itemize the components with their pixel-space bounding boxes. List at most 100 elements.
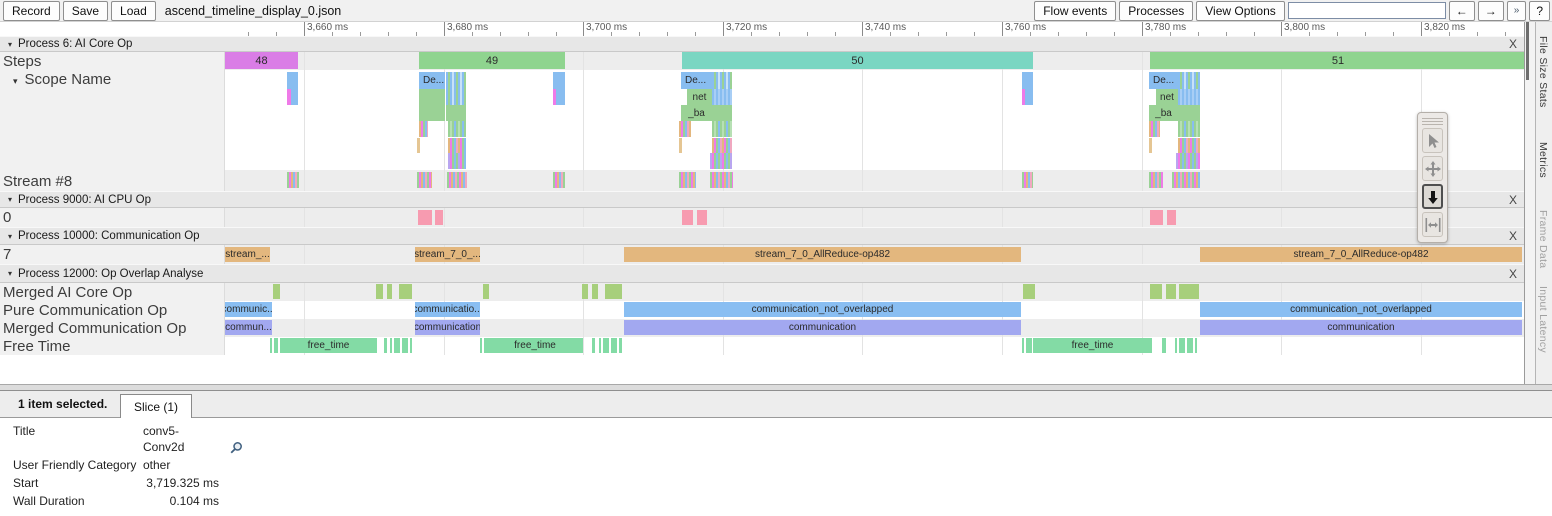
load-button[interactable]: Load bbox=[111, 1, 156, 21]
timeline-block[interactable] bbox=[1172, 172, 1200, 188]
more-options-button[interactable]: » bbox=[1507, 1, 1527, 21]
timeline-block[interactable] bbox=[390, 338, 412, 353]
process-9000-header[interactable]: ▾ Process 9000: AI CPU Op X bbox=[0, 191, 1524, 208]
timeline-block[interactable]: free_time bbox=[280, 338, 377, 353]
timeline-block[interactable] bbox=[418, 210, 432, 225]
track-label-aicpu-0[interactable]: 0 bbox=[0, 208, 225, 227]
timeline-block[interactable]: communicatio... bbox=[415, 302, 480, 317]
timeline-block[interactable] bbox=[605, 284, 622, 299]
timeline-block[interactable] bbox=[417, 138, 420, 153]
panel-divider[interactable] bbox=[0, 384, 1552, 391]
timing-tool-button[interactable] bbox=[1422, 212, 1443, 237]
track-label-free-time[interactable]: Free Time bbox=[0, 337, 225, 355]
timeline-block[interactable]: communication bbox=[624, 320, 1021, 335]
timeline-block[interactable] bbox=[483, 284, 489, 299]
timeline-block[interactable]: communication_not_overlapped bbox=[624, 302, 1021, 317]
track-content-stream-8[interactable] bbox=[225, 170, 1524, 191]
timeline-block[interactable] bbox=[387, 284, 392, 299]
timeline-block[interactable] bbox=[697, 210, 707, 225]
timeline-block[interactable] bbox=[1162, 338, 1166, 353]
zoom-tool-button[interactable] bbox=[1422, 184, 1443, 209]
tab-input-latency[interactable]: Input Latency bbox=[1537, 286, 1549, 353]
timeline-block[interactable]: stream_... bbox=[225, 247, 270, 262]
timeline-block[interactable]: communication bbox=[1200, 320, 1522, 335]
timeline-block[interactable] bbox=[447, 172, 467, 188]
timeline-block[interactable] bbox=[287, 89, 291, 105]
flow-events-button[interactable]: Flow events bbox=[1034, 1, 1116, 21]
track-label-steps[interactable]: Steps bbox=[0, 52, 225, 70]
close-icon[interactable]: X bbox=[1509, 229, 1517, 243]
timeline-block[interactable] bbox=[1150, 284, 1162, 299]
record-button[interactable]: Record bbox=[3, 1, 60, 21]
close-icon[interactable]: X bbox=[1509, 193, 1517, 207]
track-content-comm-7[interactable]: stream_...stream_7_0_...stream_7_0_AllRe… bbox=[225, 245, 1524, 264]
track-label-pure-communication[interactable]: Pure Communication Op bbox=[0, 301, 225, 319]
timeline-block[interactable] bbox=[712, 89, 732, 105]
timeline-block[interactable] bbox=[1025, 89, 1033, 105]
tab-slice[interactable]: Slice (1) bbox=[120, 394, 192, 418]
timeline-block[interactable]: communic... bbox=[225, 302, 272, 317]
timeline-block[interactable] bbox=[679, 172, 696, 188]
processes-button[interactable]: Processes bbox=[1119, 1, 1193, 21]
timeline-block[interactable] bbox=[679, 121, 691, 137]
save-button[interactable]: Save bbox=[63, 1, 108, 21]
vertical-scrollbar[interactable] bbox=[1524, 22, 1535, 384]
view-options-button[interactable]: View Options bbox=[1196, 1, 1284, 21]
timeline-block[interactable] bbox=[446, 72, 466, 89]
close-icon[interactable]: X bbox=[1509, 37, 1517, 51]
timeline-block[interactable] bbox=[1022, 338, 1032, 353]
timeline-block[interactable] bbox=[448, 121, 466, 137]
timeline-block[interactable] bbox=[1150, 210, 1163, 225]
timeline-block[interactable] bbox=[273, 284, 280, 299]
timeline-block[interactable] bbox=[448, 138, 466, 153]
timeline-block[interactable] bbox=[1179, 284, 1199, 299]
timeline-block[interactable] bbox=[1178, 89, 1200, 105]
timeline-block[interactable] bbox=[1167, 210, 1176, 225]
tab-frame-data[interactable]: Frame Data bbox=[1537, 210, 1549, 268]
collapse-arrow-icon[interactable]: ▾ bbox=[8, 269, 12, 278]
track-label-scope-name[interactable]: ▾Scope Name bbox=[0, 70, 225, 170]
timeline-block[interactable] bbox=[556, 89, 565, 105]
track-label-stream-8[interactable]: Stream #8 bbox=[0, 170, 225, 191]
timeline-block[interactable]: net bbox=[1156, 89, 1178, 105]
timeline-block[interactable] bbox=[712, 121, 732, 137]
timeline-block[interactable] bbox=[710, 153, 732, 169]
timeline-block[interactable] bbox=[419, 89, 445, 105]
process-6-header[interactable]: ▾ Process 6: AI Core Op X bbox=[0, 36, 1524, 52]
timeline-block[interactable]: free_time bbox=[487, 338, 583, 353]
timeline-block[interactable] bbox=[553, 89, 556, 105]
palette-grip-icon[interactable] bbox=[1422, 116, 1443, 125]
track-label-merged-ai-core[interactable]: Merged AI Core Op bbox=[0, 283, 225, 301]
collapse-arrow-icon[interactable]: ▾ bbox=[13, 76, 18, 86]
timeline-block[interactable]: stream_7_0_AllReduce-op482 bbox=[1200, 247, 1522, 262]
timeline-block[interactable] bbox=[1022, 172, 1033, 188]
collapse-arrow-icon[interactable]: ▾ bbox=[8, 195, 12, 204]
timeline-block[interactable]: _ba bbox=[1149, 105, 1178, 121]
timeline-block[interactable] bbox=[1176, 153, 1200, 169]
timeline-block[interactable] bbox=[446, 89, 466, 105]
timeline-block[interactable] bbox=[435, 210, 443, 225]
timeline-block[interactable]: 51 bbox=[1150, 52, 1524, 69]
timeline-block[interactable] bbox=[384, 338, 387, 353]
track-content-scope-name[interactable]: De...De...net_baDe...net_ba bbox=[225, 70, 1524, 170]
timeline-block[interactable] bbox=[417, 172, 432, 188]
timeline-block[interactable]: commun... bbox=[225, 320, 272, 335]
timeline-block[interactable] bbox=[399, 284, 412, 299]
tab-file-size-stats[interactable]: File Size Stats bbox=[1537, 36, 1549, 108]
timeline-block[interactable] bbox=[1178, 105, 1200, 121]
timeline-block[interactable] bbox=[1023, 284, 1035, 299]
timeline-block[interactable]: De... bbox=[1149, 72, 1178, 89]
track-content-pure-communication[interactable]: communic... communicatio... communication_… bbox=[225, 301, 1524, 319]
track-content-free-time[interactable]: free_time free_time free_time bbox=[225, 337, 1524, 355]
close-icon[interactable]: X bbox=[1509, 267, 1517, 281]
find-next-button[interactable]: → bbox=[1478, 1, 1504, 21]
timeline-block[interactable] bbox=[419, 121, 428, 137]
track-content-steps[interactable]: 48495051 bbox=[225, 52, 1524, 70]
timeline-block[interactable] bbox=[287, 72, 298, 89]
timeline-block[interactable]: 49 bbox=[419, 52, 565, 69]
track-content-aicpu-0[interactable] bbox=[225, 208, 1524, 227]
timeline-block[interactable]: free_time bbox=[1033, 338, 1152, 353]
scrollbar-thumb[interactable] bbox=[1526, 22, 1529, 80]
timeline-block[interactable] bbox=[1022, 89, 1025, 105]
process-10000-header[interactable]: ▾ Process 10000: Communication Op X bbox=[0, 227, 1524, 245]
